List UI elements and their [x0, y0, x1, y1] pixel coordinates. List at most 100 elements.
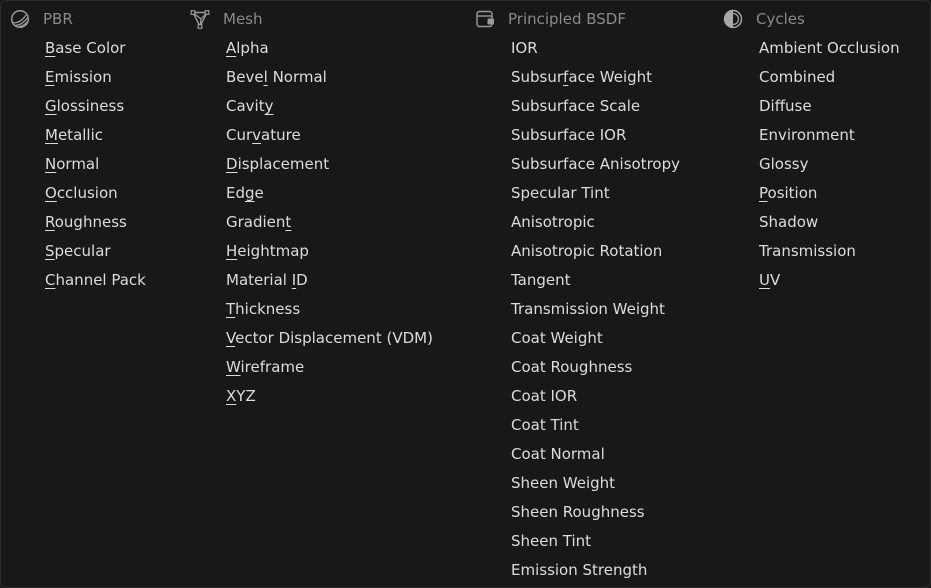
menu-item-principled-0[interactable]: IOR: [511, 34, 680, 63]
hotkey-letter: y: [264, 97, 274, 115]
item-list: Base Color Emission Glossiness Metallic Norm…: [45, 34, 146, 295]
item-label-part: V: [769, 271, 781, 289]
menu-item-principled-12[interactable]: Coat IOR: [511, 382, 680, 411]
item-label-part: Environment: [759, 126, 855, 144]
menu-item-pbr-5[interactable]: Occlusion: [45, 179, 146, 208]
hotkey-letter: W: [226, 358, 241, 376]
menu-item-principled-13[interactable]: Coat Tint: [511, 411, 680, 440]
item-label-part: hickness: [235, 300, 301, 318]
menu-item-mesh-5[interactable]: Edge: [226, 179, 433, 208]
menu-item-mesh-8[interactable]: Material ID: [226, 266, 433, 295]
item-list: Alpha Bevel Normal Cavity Curvature Displace…: [226, 34, 433, 411]
item-list: IOR Subsurface Weight Subsurface Scale Subs…: [511, 34, 680, 585]
item-label-part: Subsurface Scale: [511, 97, 641, 115]
item-label-part: IOR: [511, 39, 538, 57]
hotkey-letter: S: [45, 242, 55, 260]
menu-item-pbr-1[interactable]: Emission: [45, 63, 146, 92]
shading-ball-icon: [10, 9, 30, 29]
column-header-mesh: Mesh: [190, 8, 263, 30]
menu-item-pbr-6[interactable]: Roughness: [45, 208, 146, 237]
menu-item-mesh-9[interactable]: Thickness: [226, 295, 433, 324]
item-label-part: lpha: [236, 39, 269, 57]
menu-item-cycles-0[interactable]: Ambient Occlusion: [759, 34, 900, 63]
menu-item-pbr-7[interactable]: Specular: [45, 237, 146, 266]
column-title: Cycles: [756, 10, 805, 28]
item-list: Ambient Occlusion Combined Diffuse Environm…: [759, 34, 900, 295]
hotkey-letter: M: [45, 126, 58, 144]
menu-item-principled-10[interactable]: Coat Weight: [511, 324, 680, 353]
menu-item-cycles-3[interactable]: Environment: [759, 121, 900, 150]
menu-item-principled-4[interactable]: Subsurface Anisotropy: [511, 150, 680, 179]
hotkey-letter: O: [45, 184, 57, 202]
menu-item-principled-17[interactable]: Sheen Tint: [511, 527, 680, 556]
item-label-part: pecular: [54, 242, 111, 260]
menu-item-principled-11[interactable]: Coat Roughness: [511, 353, 680, 382]
menu-item-principled-18[interactable]: Emission Strength: [511, 556, 680, 585]
item-label-part: ace Weight: [568, 68, 653, 86]
menu-item-principled-7[interactable]: Anisotropic Rotation: [511, 237, 680, 266]
menu-item-cycles-5[interactable]: Position: [759, 179, 900, 208]
menu-item-mesh-4[interactable]: Displacement: [226, 150, 433, 179]
menu-item-cycles-2[interactable]: Diffuse: [759, 92, 900, 121]
menu-item-principled-14[interactable]: Coat Normal: [511, 440, 680, 469]
menu-item-principled-16[interactable]: Sheen Roughness: [511, 498, 680, 527]
item-label-part: YZ: [236, 387, 256, 405]
menu-item-pbr-2[interactable]: Glossiness: [45, 92, 146, 121]
item-label-part: hannel Pack: [55, 271, 146, 289]
menu-item-mesh-2[interactable]: Cavity: [226, 92, 433, 121]
menu-item-mesh-3[interactable]: Curvature: [226, 121, 433, 150]
menu-item-cycles-7[interactable]: Transmission: [759, 237, 900, 266]
menu-item-mesh-7[interactable]: Heightmap: [226, 237, 433, 266]
menu-item-mesh-10[interactable]: Vector Displacement (VDM): [226, 324, 433, 353]
node-icon: [475, 9, 495, 29]
menu-item-mesh-0[interactable]: Alpha: [226, 34, 433, 63]
cycles-render-icon: [723, 9, 743, 29]
menu-item-mesh-6[interactable]: Gradient: [226, 208, 433, 237]
hotkey-letter: R: [45, 213, 55, 231]
menu-item-mesh-1[interactable]: Bevel Normal: [226, 63, 433, 92]
menu-item-mesh-11[interactable]: Wireframe: [226, 353, 433, 382]
hotkey-letter: g: [245, 184, 255, 202]
column-header-cycles: Cycles: [723, 8, 805, 30]
menu-item-mesh-12[interactable]: XYZ: [226, 382, 433, 411]
menu-item-principled-15[interactable]: Sheen Weight: [511, 469, 680, 498]
menu-item-cycles-4[interactable]: Glossy: [759, 150, 900, 179]
item-label-part: ormal: [56, 155, 100, 173]
item-label-part: Anisotropic: [511, 213, 595, 231]
menu-item-principled-2[interactable]: Subsurface Scale: [511, 92, 680, 121]
item-label-part: e: [254, 184, 264, 202]
item-label-part: Combined: [759, 68, 836, 86]
menu-item-principled-1[interactable]: Subsurface Weight: [511, 63, 680, 92]
column-title: PBR: [43, 10, 73, 28]
hotkey-letter: N: [45, 155, 57, 173]
menu-item-cycles-1[interactable]: Combined: [759, 63, 900, 92]
menu-item-pbr-3[interactable]: Metallic: [45, 121, 146, 150]
hotkey-letter: A: [226, 39, 237, 57]
column-header-principled-bsdf: Principled BSDF: [475, 8, 626, 30]
menu-item-principled-8[interactable]: Tangent: [511, 266, 680, 295]
menu-item-principled-9[interactable]: Transmission Weight: [511, 295, 680, 324]
bake-menu: PBR Base Color Emission Glossiness Metallic…: [0, 0, 931, 588]
item-label-part: Cavit: [226, 97, 265, 115]
mesh-vertices-icon: [190, 9, 210, 29]
item-label-part: osition: [767, 184, 818, 202]
menu-item-principled-5[interactable]: Specular Tint: [511, 179, 680, 208]
item-label-part: Subsurface Anisotropy: [511, 155, 680, 173]
item-label-part: Coat Tint: [511, 416, 579, 434]
item-label-part: Normal: [267, 68, 327, 86]
menu-item-principled-6[interactable]: Anisotropic: [511, 208, 680, 237]
menu-item-pbr-0[interactable]: Base Color: [45, 34, 146, 63]
menu-item-pbr-4[interactable]: Normal: [45, 150, 146, 179]
item-label-part: Coat IOR: [511, 387, 578, 405]
item-label-part: mission: [54, 68, 112, 86]
hotkey-letter: V: [226, 329, 236, 347]
item-label-part: Sheen Weight: [511, 474, 616, 492]
menu-item-cycles-6[interactable]: Shadow: [759, 208, 900, 237]
item-label-part: Subsurface IOR: [511, 126, 627, 144]
item-label-part: Transmission Weight: [511, 300, 665, 318]
menu-item-principled-3[interactable]: Subsurface IOR: [511, 121, 680, 150]
menu-item-pbr-8[interactable]: Channel Pack: [45, 266, 146, 295]
item-label-part: Ed: [226, 184, 245, 202]
menu-item-cycles-8[interactable]: UV: [759, 266, 900, 295]
hotkey-letter: C: [45, 271, 56, 289]
